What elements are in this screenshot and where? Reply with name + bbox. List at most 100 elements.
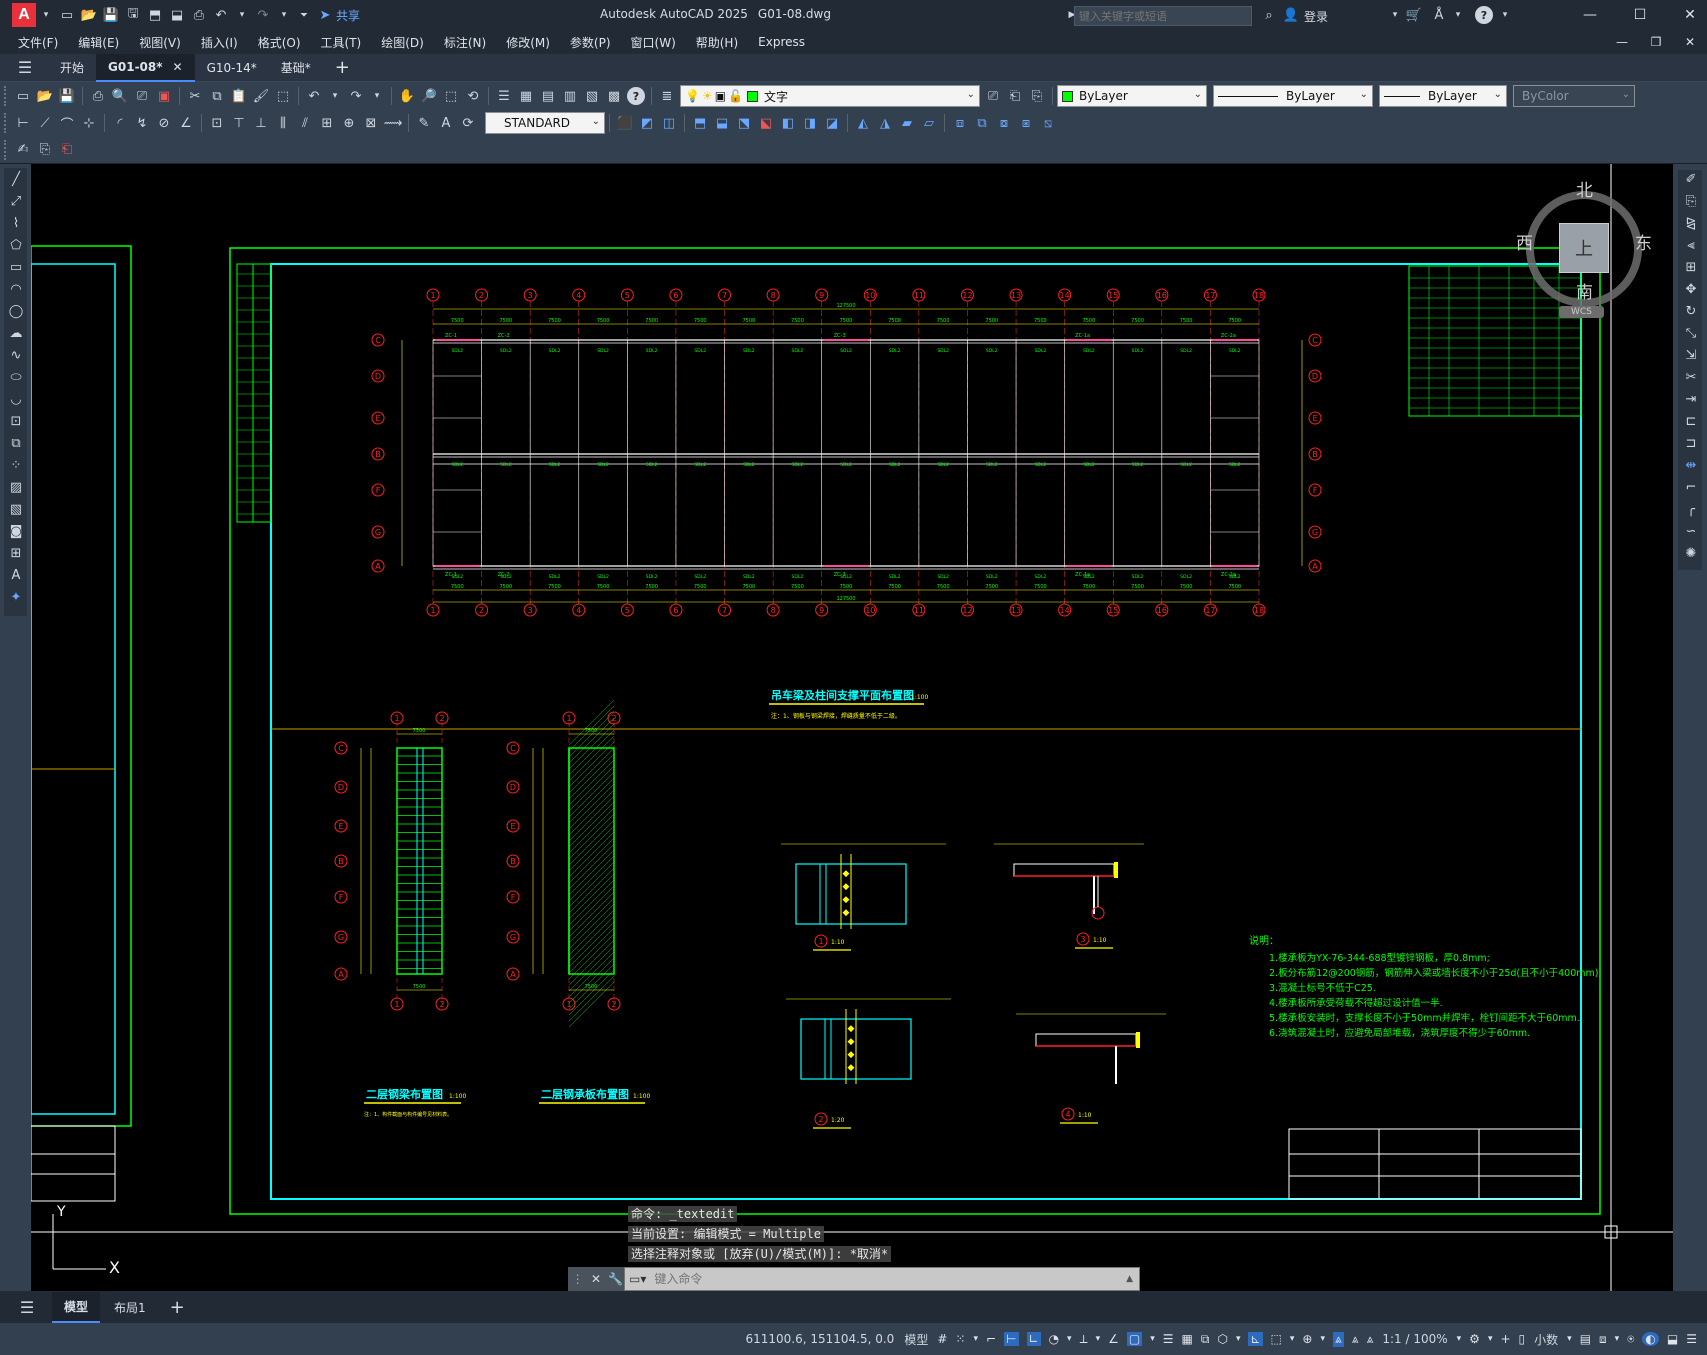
- ellipse-arc-icon[interactable]: ◡: [7, 390, 25, 408]
- toolbar-grip[interactable]: [4, 139, 12, 160]
- object-snap-tracking-icon[interactable]: ∠: [1108, 1332, 1119, 1346]
- match-properties-icon[interactable]: 🖌: [252, 87, 270, 105]
- table-icon[interactable]: ⊞: [7, 544, 25, 562]
- redo-dropdown-icon[interactable]: ▾: [369, 87, 385, 105]
- auto-scale-icon[interactable]: ⩓: [1352, 1332, 1359, 1347]
- loft-icon[interactable]: ◧: [779, 114, 797, 132]
- chamfer-icon[interactable]: ⌐: [1682, 478, 1700, 496]
- rotate-icon[interactable]: ↻: [1682, 302, 1700, 320]
- infer-constraints-icon[interactable]: ⌐: [986, 1332, 996, 1346]
- coordinates-readout[interactable]: 611100.6, 151104.5, 0.0: [745, 1332, 894, 1346]
- make-block-icon[interactable]: ⧉: [7, 434, 25, 452]
- 3d-osnap-icon[interactable]: ⬡: [1217, 1332, 1227, 1346]
- baseline-dim-icon[interactable]: ⊤: [230, 114, 248, 132]
- continue-dim-icon[interactable]: ⊥: [252, 114, 270, 132]
- extrude-icon[interactable]: ⬒: [691, 114, 709, 132]
- annotation-monitor-icon[interactable]: +: [1500, 1332, 1510, 1346]
- design-center-icon[interactable]: ▦: [517, 87, 535, 105]
- compass-east[interactable]: 东: [1635, 229, 1652, 254]
- snap-icon[interactable]: ⁙: [955, 1332, 965, 1346]
- isodraft-dropdown-icon[interactable]: ▾: [1096, 1334, 1101, 1344]
- dim-space-icon[interactable]: ⫼: [274, 114, 292, 132]
- a360-dropdown-icon[interactable]: ▾: [1450, 6, 1466, 24]
- open-icon[interactable]: 📂: [36, 87, 54, 105]
- redo-icon[interactable]: ↷: [347, 87, 365, 105]
- annotation-visibility-icon[interactable]: ⩓: [1333, 1331, 1344, 1347]
- add-selected-icon[interactable]: ✦: [7, 588, 25, 606]
- inspection-icon[interactable]: ⊠: [362, 114, 380, 132]
- pdf-icon[interactable]: ▣: [155, 87, 173, 105]
- save-icon[interactable]: 💾: [58, 87, 76, 105]
- presspull-icon[interactable]: ⬓: [713, 114, 731, 132]
- center-mark-icon[interactable]: ⊕: [340, 114, 358, 132]
- shell-icon[interactable]: ⧆: [1017, 114, 1035, 132]
- help-icon[interactable]: ?: [627, 87, 645, 105]
- help-dropdown-icon[interactable]: ▾: [1497, 6, 1513, 24]
- revolve-icon[interactable]: ⬕: [757, 114, 775, 132]
- web-save-icon[interactable]: ⬓: [168, 6, 186, 24]
- hardware-acceleration-icon[interactable]: ◐: [1642, 1332, 1659, 1346]
- plot-icon[interactable]: ⎙: [190, 6, 208, 24]
- menu-express[interactable]: Express: [748, 35, 815, 49]
- publish-icon[interactable]: ⎚: [133, 87, 151, 105]
- layer-previous-icon[interactable]: ⎗: [1006, 87, 1024, 105]
- layer-state-icon[interactable]: ⎘: [1028, 87, 1046, 105]
- layer-freeze-icon[interactable]: ☀: [702, 89, 713, 103]
- plot-icon[interactable]: ⎙: [89, 87, 107, 105]
- lock-ui-dropdown-icon[interactable]: ▾: [1615, 1334, 1620, 1344]
- zoom-realtime-icon[interactable]: 🔎: [420, 87, 438, 105]
- snap-dropdown-icon[interactable]: ▾: [973, 1334, 978, 1344]
- new-layout-button[interactable]: +: [160, 1291, 195, 1324]
- close-command-icon[interactable]: ✕: [591, 1272, 601, 1286]
- polar-dropdown-icon[interactable]: ▾: [1067, 1334, 1072, 1344]
- arc-length-icon[interactable]: ⌒: [58, 114, 76, 133]
- toolbar-grip[interactable]: [4, 86, 12, 106]
- jogged-linear-icon[interactable]: ⟿: [384, 114, 403, 132]
- isolate-objects-icon[interactable]: ⍟: [1627, 1332, 1634, 1347]
- help-icon[interactable]: ?: [1475, 6, 1493, 24]
- ortho-icon[interactable]: ∟: [1026, 1332, 1041, 1346]
- chevron-down-icon[interactable]: ▾: [38, 6, 54, 24]
- arc-icon[interactable]: ◠: [7, 280, 25, 298]
- compass-north[interactable]: 北: [1576, 176, 1593, 201]
- open-file-icon[interactable]: 📂: [80, 6, 98, 24]
- quick-dim-icon[interactable]: ⊡: [208, 114, 226, 132]
- search-input[interactable]: [1079, 9, 1249, 23]
- break-at-point-icon[interactable]: ⊏: [1682, 412, 1700, 430]
- imprint-icon[interactable]: ⧉: [973, 114, 991, 132]
- undo-dropdown-icon[interactable]: ▾: [327, 87, 343, 105]
- check-icon[interactable]: ⧅: [1039, 114, 1057, 132]
- construction-line-icon[interactable]: ⤢: [7, 192, 25, 210]
- trim-icon[interactable]: ✂: [1682, 368, 1700, 386]
- dim-text-edit-icon[interactable]: A: [437, 114, 455, 132]
- rectangle-icon[interactable]: ▭: [7, 258, 25, 276]
- dim-update-icon[interactable]: ⟳: [459, 114, 477, 132]
- annotation-scale-dropdown-icon[interactable]: ▾: [1457, 1334, 1462, 1344]
- separate-icon[interactable]: ⧇: [995, 114, 1013, 132]
- block-editor-icon[interactable]: ⬚: [274, 87, 292, 105]
- cut-icon[interactable]: ✂: [186, 87, 204, 105]
- sweep-icon[interactable]: ⬔: [735, 114, 753, 132]
- doc-restore-button[interactable]: ❐: [1639, 30, 1673, 54]
- edit-attribute-icon[interactable]: ✍: [14, 141, 32, 159]
- tolerance-icon[interactable]: ⊞: [318, 114, 336, 132]
- fillet-icon[interactable]: ╭: [1682, 500, 1700, 518]
- array-icon[interactable]: ⊞: [1682, 258, 1700, 276]
- gizmo-icon[interactable]: ⊕: [1302, 1332, 1312, 1346]
- share-icon[interactable]: ➤: [316, 6, 334, 24]
- line-icon[interactable]: ╱: [7, 170, 25, 188]
- command-history-toggle-icon[interactable]: ▲: [1126, 1274, 1133, 1284]
- point-icon[interactable]: ⁘: [7, 456, 25, 474]
- autocad-logo[interactable]: A: [12, 3, 36, 27]
- selection-filter-dropdown-icon[interactable]: ▾: [1290, 1334, 1295, 1344]
- explode-icon[interactable]: ✺: [1682, 544, 1700, 562]
- lineweight-combo[interactable]: ByLayer ⌄: [1379, 85, 1507, 107]
- menu-draw[interactable]: 绘图(D): [371, 34, 434, 51]
- 3d-box-icon[interactable]: ⬛: [616, 114, 634, 132]
- close-tab-icon[interactable]: ✕: [173, 60, 183, 74]
- clean-screen-icon[interactable]: ⬓: [1667, 1332, 1678, 1346]
- compass-south[interactable]: 南: [1576, 278, 1593, 303]
- interfere-icon[interactable]: ◮: [876, 114, 894, 132]
- extract-edges-icon[interactable]: ⧈: [951, 114, 969, 132]
- menu-parameters[interactable]: 参数(P): [560, 34, 621, 51]
